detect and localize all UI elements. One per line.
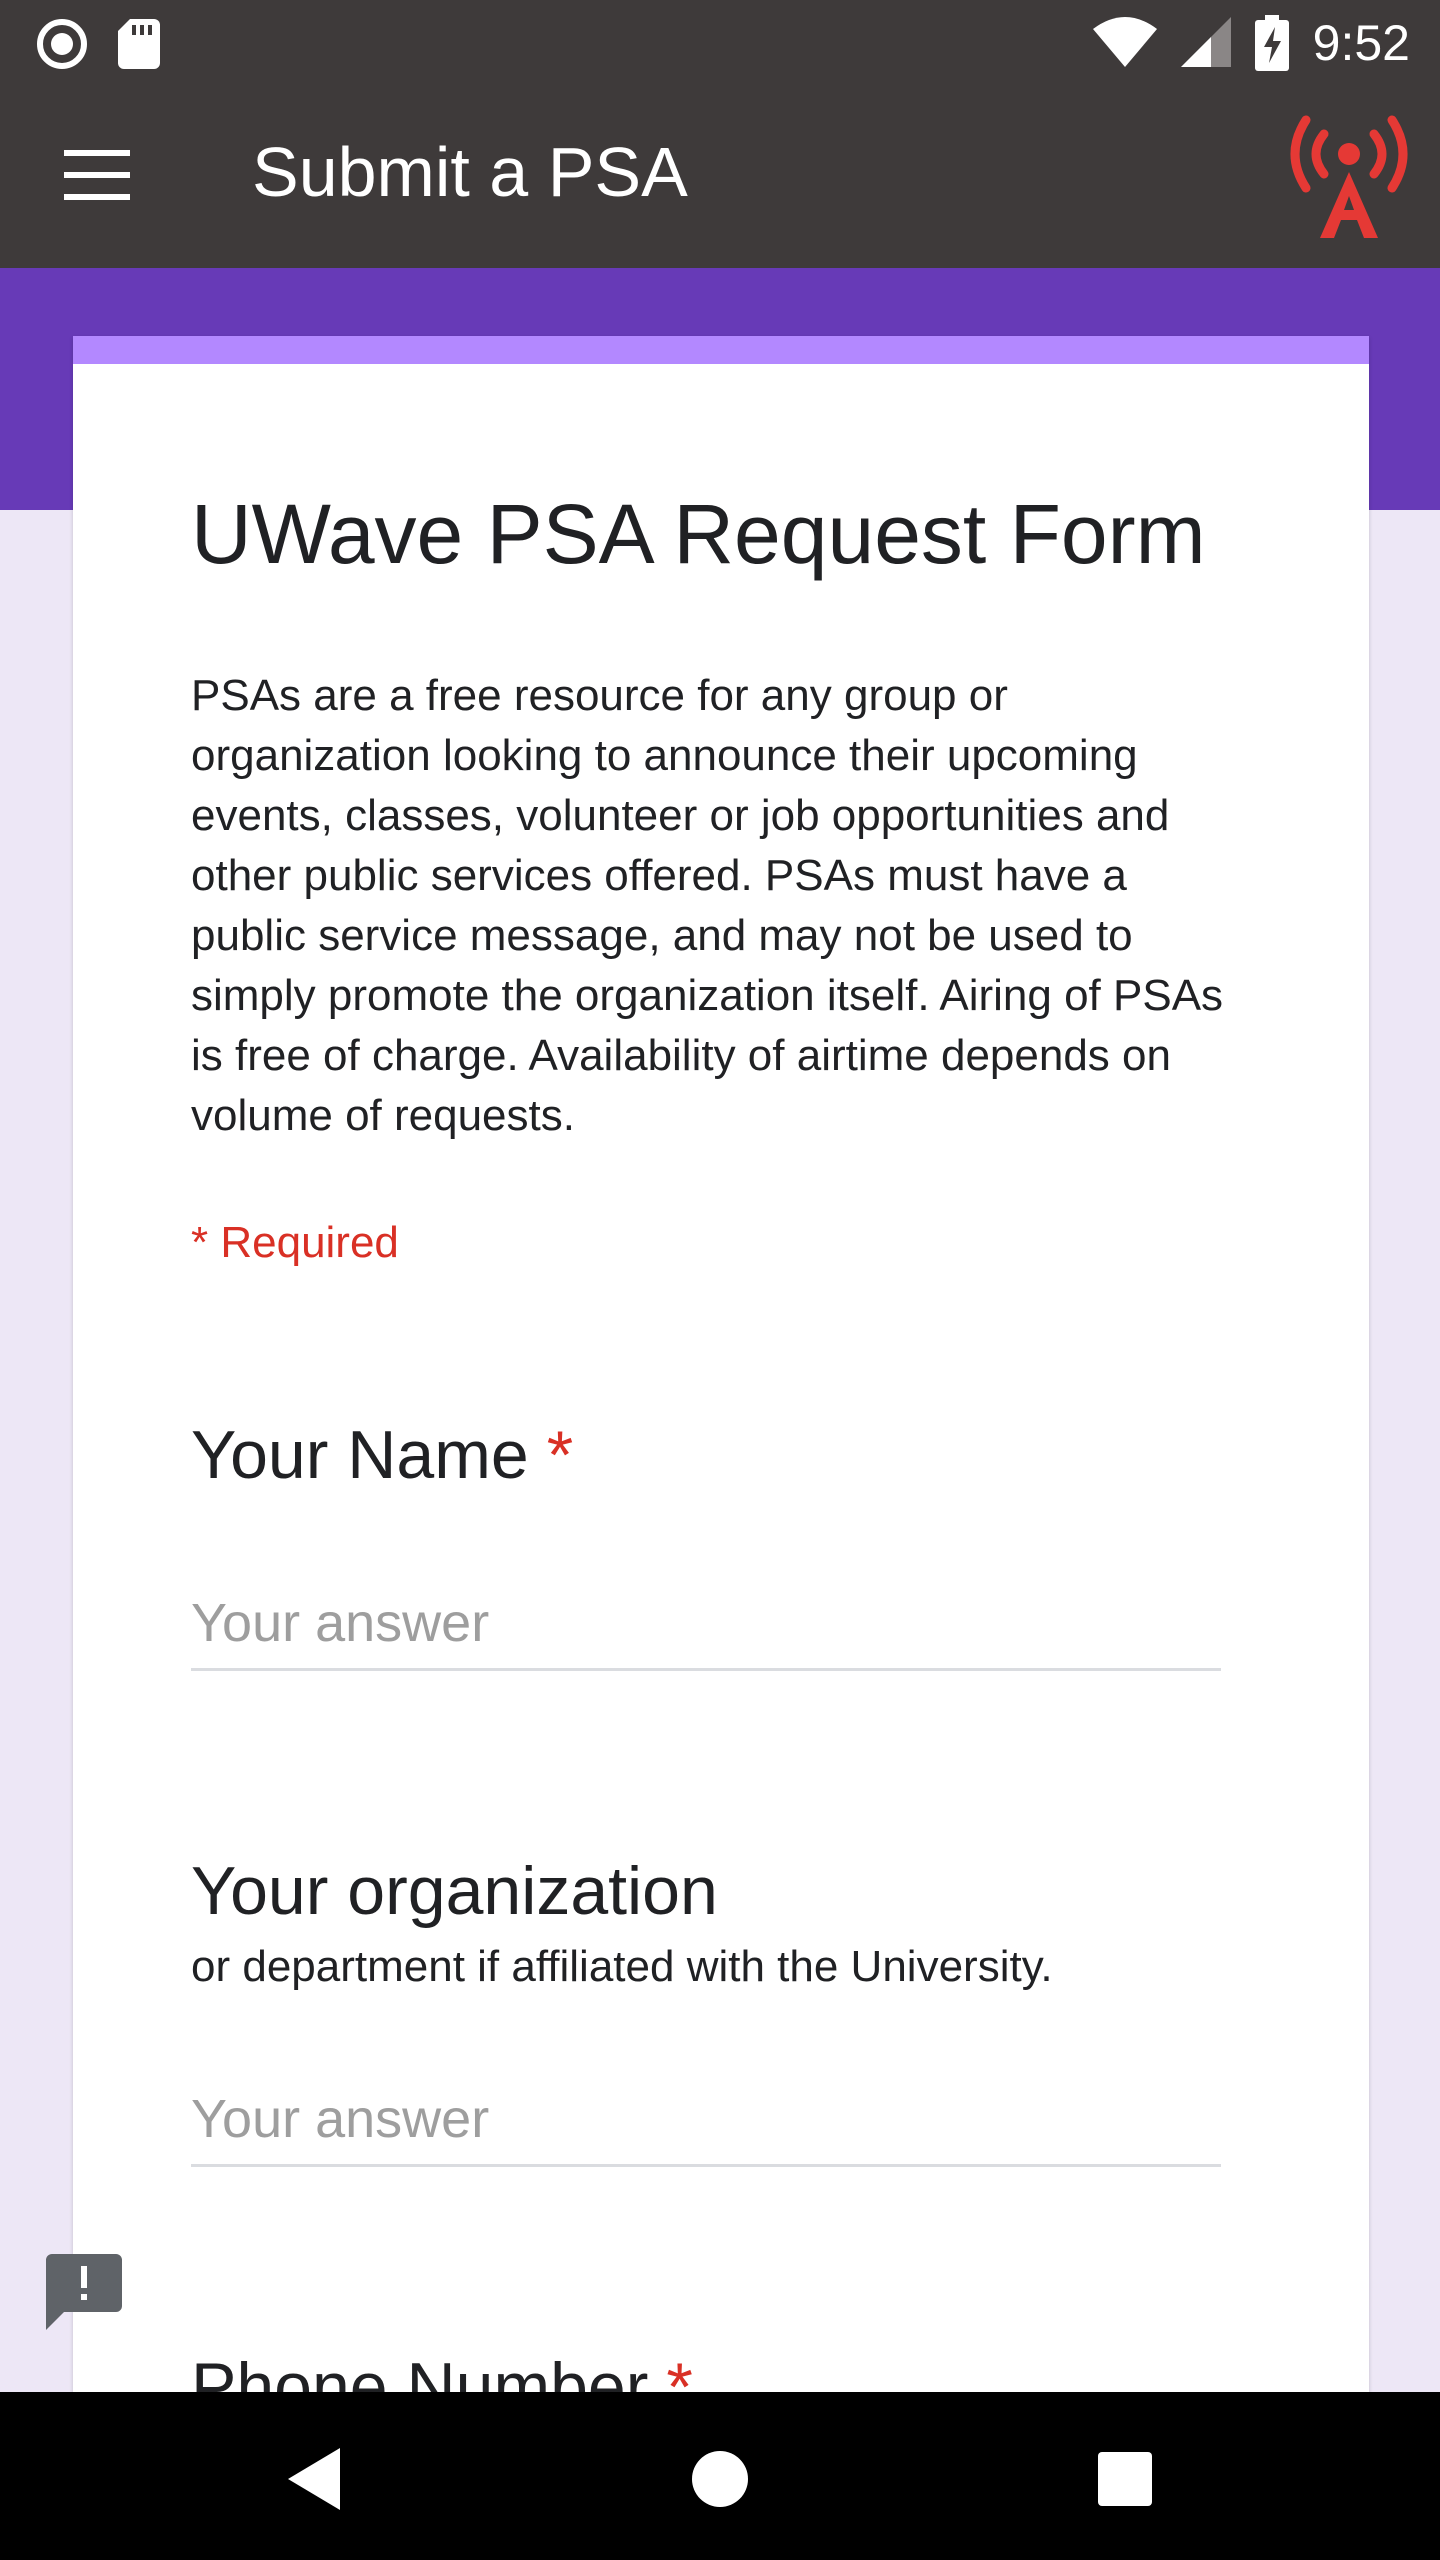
organization-answer-input[interactable] — [191, 2074, 1221, 2167]
question-label: Your Name — [191, 1417, 529, 1493]
form-title: UWave PSA Request Form — [191, 487, 1206, 581]
wifi-icon — [1092, 17, 1157, 67]
form-description: PSAs are a free resource for any group o… — [191, 671, 1224, 1140]
signal-icon — [1180, 17, 1231, 67]
feedback-icon[interactable] — [46, 2254, 122, 2330]
question-title-name: Your Name * — [191, 1416, 573, 1494]
app-title: Submit a PSA — [252, 133, 688, 211]
app-bar: Submit a PSA — [0, 84, 1440, 268]
recents-icon[interactable] — [1090, 2444, 1160, 2514]
sd-card-icon — [118, 19, 160, 69]
question-title-organization: Your organization — [191, 1852, 718, 1930]
required-star: * — [546, 1417, 574, 1493]
record-icon — [37, 19, 87, 69]
status-time: 9:52 — [1312, 15, 1410, 71]
radio-tower-icon — [1290, 115, 1408, 238]
back-icon[interactable] — [280, 2444, 350, 2514]
required-note: * Required — [191, 1218, 399, 1267]
home-icon[interactable] — [685, 2444, 755, 2514]
question-label: Your organization — [191, 1853, 718, 1929]
status-bar: 9:52 — [0, 0, 1440, 84]
form-card: UWave PSA Request Form PSAs are a free r… — [73, 336, 1369, 2425]
battery-charging-icon — [1254, 15, 1289, 71]
navigation-bar — [0, 2392, 1440, 2560]
card-accent — [73, 336, 1369, 364]
question-description: or department if affiliated with the Uni… — [191, 1942, 1053, 1991]
name-answer-input[interactable] — [191, 1578, 1221, 1671]
hamburger-menu-icon[interactable] — [64, 140, 134, 210]
